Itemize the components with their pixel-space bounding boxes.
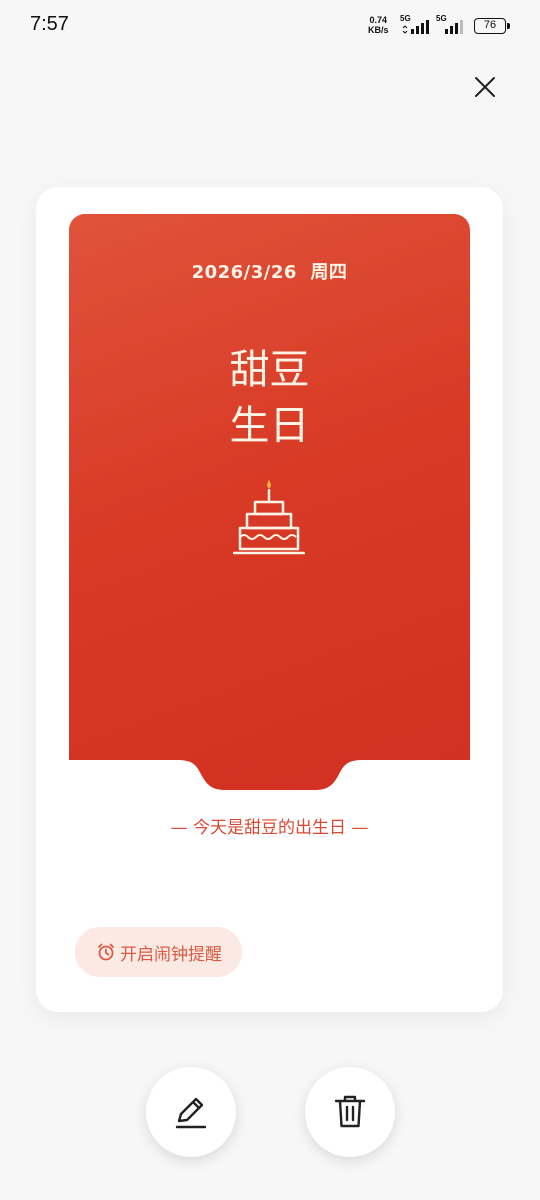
network-speed: 0.74 KB/s (368, 15, 389, 35)
edit-button[interactable] (146, 1067, 236, 1157)
anniversary-detail-screen: 7:57 0.74 KB/s 5G 5G 76 2026/3/26 周四 甜豆 … (0, 0, 540, 1200)
event-date: 2026/3/26 (191, 262, 297, 283)
network-speed-unit: KB/s (368, 25, 389, 35)
anniversary-card: 2026/3/26 周四 甜豆 生日 — 今天是甜豆的出生日 — 开启闹钟提醒 (36, 187, 503, 1012)
alarm-clock-icon (98, 943, 114, 961)
trash-icon (334, 1095, 366, 1128)
close-button[interactable] (466, 68, 504, 106)
event-title-line2: 生日 (229, 403, 310, 449)
enable-alarm-label: 开启闹钟提醒 (120, 944, 222, 965)
cake-icon (233, 480, 305, 555)
battery-level: 76 (483, 19, 497, 31)
event-date-line: 2026/3/26 周四 (69, 258, 470, 284)
event-title-line1: 甜豆 (229, 347, 310, 393)
event-subtitle: — 今天是甜豆的出生日 — (170, 818, 369, 838)
enable-alarm-button[interactable]: 开启闹钟提醒 (75, 927, 242, 977)
status-bar: 7:57 0.74 KB/s 5G 5G 76 (0, 0, 540, 52)
event-title: 甜豆 生日 (69, 342, 470, 454)
battery-icon: 76 (474, 18, 510, 34)
pencil-icon (175, 1097, 207, 1129)
event-weekday: 周四 (310, 262, 348, 283)
delete-button[interactable] (305, 1067, 395, 1157)
close-icon (475, 77, 495, 97)
status-time: 7:57 (30, 13, 69, 35)
card-header-panel: 2026/3/26 周四 甜豆 生日 (69, 214, 470, 814)
network-speed-value: 0.74 (369, 15, 388, 25)
